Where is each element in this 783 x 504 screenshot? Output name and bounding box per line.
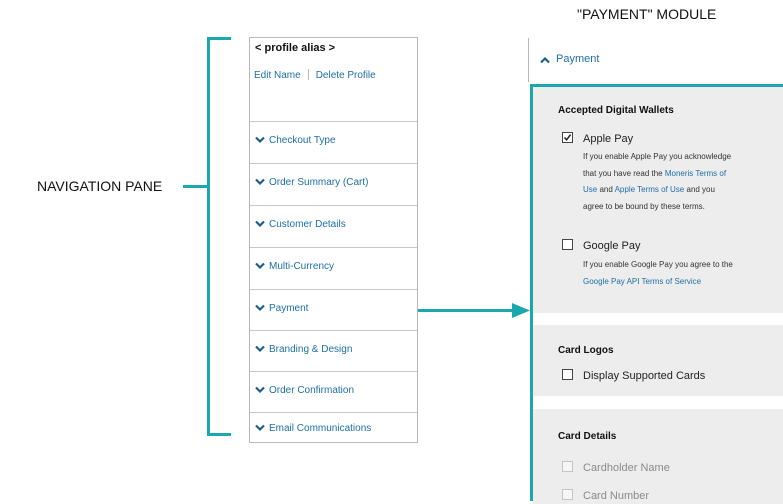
desc-line: Use and Apple Terms of Use and you (583, 182, 731, 199)
nav-item-label: Checkout Type (269, 135, 336, 146)
section-title: Accepted Digital Wallets (558, 105, 674, 116)
chevron-up-icon (540, 56, 550, 64)
google-pay-description: If you enable Google Pay you agree to th… (583, 257, 733, 290)
card-number-label: Card Number (583, 490, 650, 502)
profile-actions: Edit Name Delete Profile (254, 69, 376, 81)
section-title: Card Logos (558, 345, 614, 356)
chevron-down-icon (255, 304, 265, 312)
digital-wallets-section: Accepted Digital Wallets Apple Pay If yo… (533, 87, 783, 313)
nav-item-label: Payment (269, 303, 309, 314)
navigation-pane: < profile alias > Edit Name Delete Profil… (249, 37, 418, 443)
chevron-down-icon (255, 136, 265, 144)
nav-item-email-communications[interactable]: Email Communications (250, 412, 417, 443)
card-details-section: Card Details Cardholder Name Card Number (533, 409, 783, 504)
edit-name-link[interactable]: Edit Name (254, 70, 301, 81)
display-supported-cards-checkbox[interactable] (562, 369, 573, 380)
nav-item-multi-currency[interactable]: Multi-Currency (250, 247, 417, 288)
nav-item-order-confirmation[interactable]: Order Confirmation (250, 371, 417, 412)
cardholder-name-label: Cardholder Name (583, 462, 670, 474)
separator (307, 69, 309, 80)
nav-item-checkout-type[interactable]: Checkout Type (250, 121, 417, 162)
google-pay-label: Google Pay (583, 240, 641, 252)
desc-text: that you have read the (583, 168, 665, 178)
nav-item-label: Order Confirmation (269, 385, 355, 396)
payment-header-label: Payment (556, 53, 600, 65)
delete-profile-link[interactable]: Delete Profile (316, 70, 376, 81)
card-number-checkbox[interactable] (562, 489, 573, 500)
nav-item-label: Customer Details (269, 219, 346, 230)
desc-line: that you have read the Moneris Terms of (583, 166, 731, 183)
desc-line: If you enable Google Pay you agree to th… (583, 260, 733, 269)
display-supported-cards-label: Display Supported Cards (583, 370, 706, 382)
nav-item-order-summary[interactable]: Order Summary (Cart) (250, 163, 417, 204)
google-pay-terms-link[interactable]: Google Pay API Terms of Service (583, 274, 733, 291)
nav-item-label: Branding & Design (269, 344, 353, 355)
chevron-down-icon (255, 178, 265, 186)
chevron-down-icon (255, 345, 265, 353)
desc-text: and you (684, 185, 715, 194)
profile-alias: < profile alias > (255, 42, 336, 54)
cardholder-name-checkbox[interactable] (562, 461, 573, 472)
nav-item-customer-details[interactable]: Customer Details (250, 205, 417, 246)
chevron-down-icon (255, 262, 265, 270)
apple-pay-description: If you enable Apple Pay you acknowledge … (583, 149, 731, 215)
google-pay-checkbox[interactable] (562, 239, 573, 250)
card-logos-section: Card Logos Display Supported Cards (533, 325, 783, 396)
moneris-terms-link[interactable]: Moneris Terms of (665, 169, 726, 178)
apple-terms-link[interactable]: Apple Terms of Use (615, 185, 685, 194)
chevron-down-icon (255, 386, 265, 394)
desc-line: agree to be bound by these terms. (583, 201, 705, 211)
apple-pay-label: Apple Pay (583, 133, 634, 145)
desc-text: and (597, 185, 615, 194)
nav-item-payment[interactable]: Payment (250, 289, 417, 330)
desc-line: If you enable Apple Pay you acknowledge (583, 152, 732, 161)
nav-item-label: Email Communications (269, 423, 372, 434)
checkmark-icon (563, 134, 572, 141)
section-title: Card Details (558, 431, 617, 442)
chevron-down-icon (255, 424, 265, 432)
moneris-terms-link-cont[interactable]: Use (583, 185, 597, 194)
nav-item-branding-design[interactable]: Branding & Design (250, 330, 417, 371)
nav-item-label: Order Summary (Cart) (269, 177, 369, 188)
payment-module-panel: Accepted Digital Wallets Apple Pay If yo… (530, 84, 783, 504)
apple-pay-checkbox[interactable] (562, 132, 573, 143)
payment-section-header[interactable]: Payment (528, 38, 783, 82)
chevron-down-icon (255, 220, 265, 228)
nav-item-label: Multi-Currency (269, 261, 335, 272)
